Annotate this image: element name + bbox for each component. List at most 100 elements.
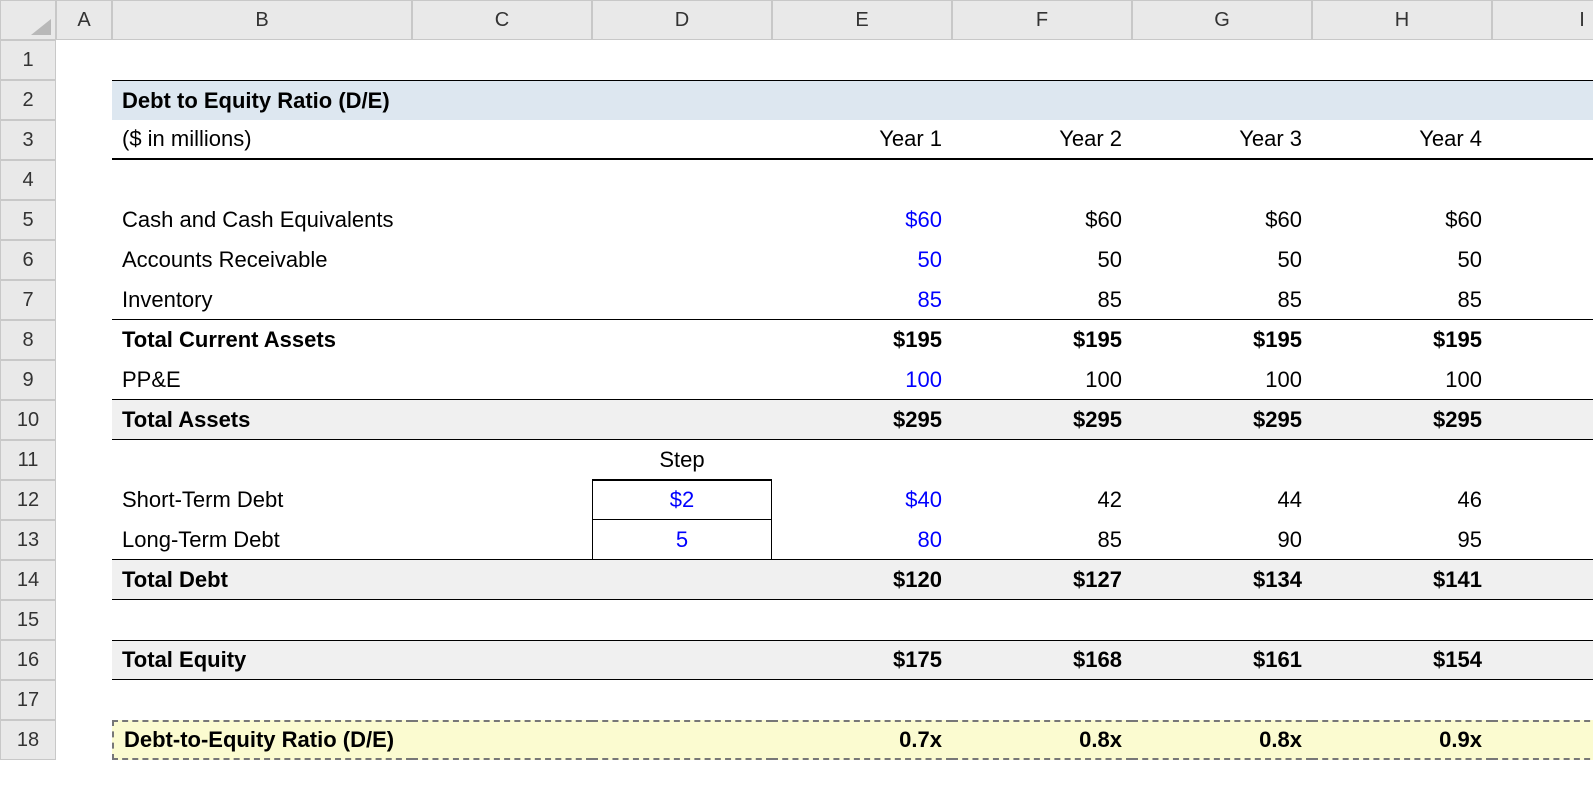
- cell[interactable]: [412, 200, 592, 240]
- col-header-A[interactable]: A: [56, 0, 112, 40]
- cell[interactable]: [412, 720, 592, 760]
- year-header[interactable]: Year 3: [1132, 120, 1312, 160]
- val-inv-y5[interactable]: 85: [1492, 280, 1593, 320]
- cell[interactable]: [56, 520, 112, 560]
- cell[interactable]: [56, 160, 112, 200]
- col-header-F[interactable]: F: [952, 0, 1132, 40]
- cell[interactable]: [56, 720, 112, 760]
- col-header-G[interactable]: G: [1132, 0, 1312, 40]
- cell[interactable]: [56, 640, 112, 680]
- row-header-3[interactable]: 3: [0, 120, 56, 160]
- row-header-7[interactable]: 7: [0, 280, 56, 320]
- cell[interactable]: [56, 600, 112, 640]
- val-td-y3[interactable]: $134: [1132, 560, 1312, 600]
- row-header-6[interactable]: 6: [0, 240, 56, 280]
- cell[interactable]: [56, 80, 112, 120]
- val-ratio-y4[interactable]: 0.9x: [1312, 720, 1492, 760]
- row-header-17[interactable]: 17: [0, 680, 56, 720]
- val-ppe-y1[interactable]: 100: [772, 360, 952, 400]
- val-cash-y2[interactable]: $60: [952, 200, 1132, 240]
- cell[interactable]: [56, 320, 112, 360]
- val-inv-y4[interactable]: 85: [1312, 280, 1492, 320]
- val-ta-y5[interactable]: $295: [1492, 400, 1593, 440]
- cell[interactable]: [56, 280, 112, 320]
- cell[interactable]: [592, 560, 772, 600]
- cell[interactable]: [412, 320, 592, 360]
- val-ta-y2[interactable]: $295: [952, 400, 1132, 440]
- cell[interactable]: [592, 240, 772, 280]
- val-ltd-y3[interactable]: 90: [1132, 520, 1312, 560]
- val-cash-y3[interactable]: $60: [1132, 200, 1312, 240]
- val-std-y3[interactable]: 44: [1132, 480, 1312, 520]
- val-te-y3[interactable]: $161: [1132, 640, 1312, 680]
- row-header-14[interactable]: 14: [0, 560, 56, 600]
- row-header-8[interactable]: 8: [0, 320, 56, 360]
- val-ta-y4[interactable]: $295: [1312, 400, 1492, 440]
- val-ltd-y4[interactable]: 95: [1312, 520, 1492, 560]
- val-inv-y3[interactable]: 85: [1132, 280, 1312, 320]
- val-inv-y1[interactable]: 85: [772, 280, 952, 320]
- label-ta[interactable]: Total Assets: [112, 400, 412, 440]
- val-ar-y1[interactable]: 50: [772, 240, 952, 280]
- cell[interactable]: [412, 440, 592, 480]
- cell[interactable]: [592, 200, 772, 240]
- val-ltd-y2[interactable]: 85: [952, 520, 1132, 560]
- val-ppe-y3[interactable]: 100: [1132, 360, 1312, 400]
- col-header-C[interactable]: C: [412, 0, 592, 40]
- cell[interactable]: [56, 400, 112, 440]
- row-header-12[interactable]: 12: [0, 480, 56, 520]
- val-ratio-y5[interactable]: 1.0x: [1492, 720, 1593, 760]
- year-header[interactable]: Year 1: [772, 120, 952, 160]
- year-header[interactable]: Year 4: [1312, 120, 1492, 160]
- cell[interactable]: [412, 520, 592, 560]
- cell[interactable]: [952, 440, 1132, 480]
- val-ppe-y4[interactable]: 100: [1312, 360, 1492, 400]
- label-std[interactable]: Short-Term Debt: [112, 480, 412, 520]
- cell[interactable]: [1492, 440, 1593, 480]
- label-ar[interactable]: Accounts Receivable: [112, 240, 412, 280]
- val-ltd-y5[interactable]: 100: [1492, 520, 1593, 560]
- val-cash-y5[interactable]: $60: [1492, 200, 1593, 240]
- cell[interactable]: [112, 160, 1593, 200]
- step-ltd[interactable]: 5: [592, 520, 772, 560]
- cell[interactable]: [112, 440, 412, 480]
- year-header[interactable]: Year 2: [952, 120, 1132, 160]
- cell[interactable]: [112, 40, 1593, 80]
- row-header-13[interactable]: 13: [0, 520, 56, 560]
- val-tca-y4[interactable]: $195: [1312, 320, 1492, 360]
- cell[interactable]: [412, 560, 592, 600]
- val-ratio-y3[interactable]: 0.8x: [1132, 720, 1312, 760]
- val-std-y1[interactable]: $40: [772, 480, 952, 520]
- cell[interactable]: [56, 200, 112, 240]
- val-td-y5[interactable]: $148: [1492, 560, 1593, 600]
- val-ar-y3[interactable]: 50: [1132, 240, 1312, 280]
- col-header-I[interactable]: I: [1492, 0, 1593, 40]
- cell[interactable]: [1132, 440, 1312, 480]
- val-te-y2[interactable]: $168: [952, 640, 1132, 680]
- cell[interactable]: [412, 280, 592, 320]
- cell[interactable]: [592, 320, 772, 360]
- cell[interactable]: [412, 480, 592, 520]
- val-std-y5[interactable]: 48: [1492, 480, 1593, 520]
- label-ltd[interactable]: Long-Term Debt: [112, 520, 412, 560]
- val-std-y2[interactable]: 42: [952, 480, 1132, 520]
- select-all-corner[interactable]: [0, 0, 56, 40]
- cell[interactable]: [412, 240, 592, 280]
- col-header-D[interactable]: D: [592, 0, 772, 40]
- val-te-y1[interactable]: $175: [772, 640, 952, 680]
- val-ar-y5[interactable]: 50: [1492, 240, 1593, 280]
- row-header-15[interactable]: 15: [0, 600, 56, 640]
- val-ltd-y1[interactable]: 80: [772, 520, 952, 560]
- cell[interactable]: [592, 360, 772, 400]
- val-ta-y3[interactable]: $295: [1132, 400, 1312, 440]
- cell[interactable]: [592, 120, 772, 160]
- val-cash-y1[interactable]: $60: [772, 200, 952, 240]
- cell[interactable]: [56, 480, 112, 520]
- cell[interactable]: [412, 360, 592, 400]
- cell[interactable]: [56, 680, 112, 720]
- step-header[interactable]: Step: [592, 440, 772, 480]
- col-header-B[interactable]: B: [112, 0, 412, 40]
- label-ppe[interactable]: PP&E: [112, 360, 412, 400]
- row-header-11[interactable]: 11: [0, 440, 56, 480]
- val-te-y5[interactable]: $147: [1492, 640, 1593, 680]
